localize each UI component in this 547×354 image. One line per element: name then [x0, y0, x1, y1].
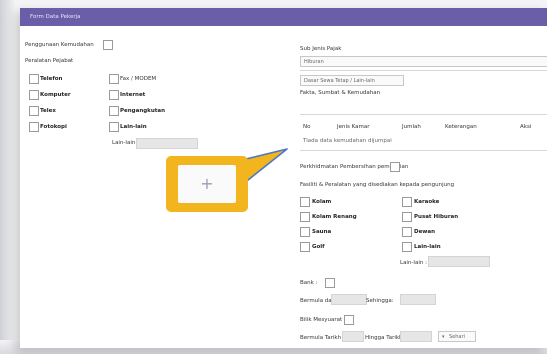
- add-callout-inner[interactable]: +: [178, 165, 236, 203]
- add-callout-card[interactable]: +: [166, 156, 248, 212]
- plus-icon: +: [200, 174, 214, 193]
- callout-pointer: [237, 148, 288, 189]
